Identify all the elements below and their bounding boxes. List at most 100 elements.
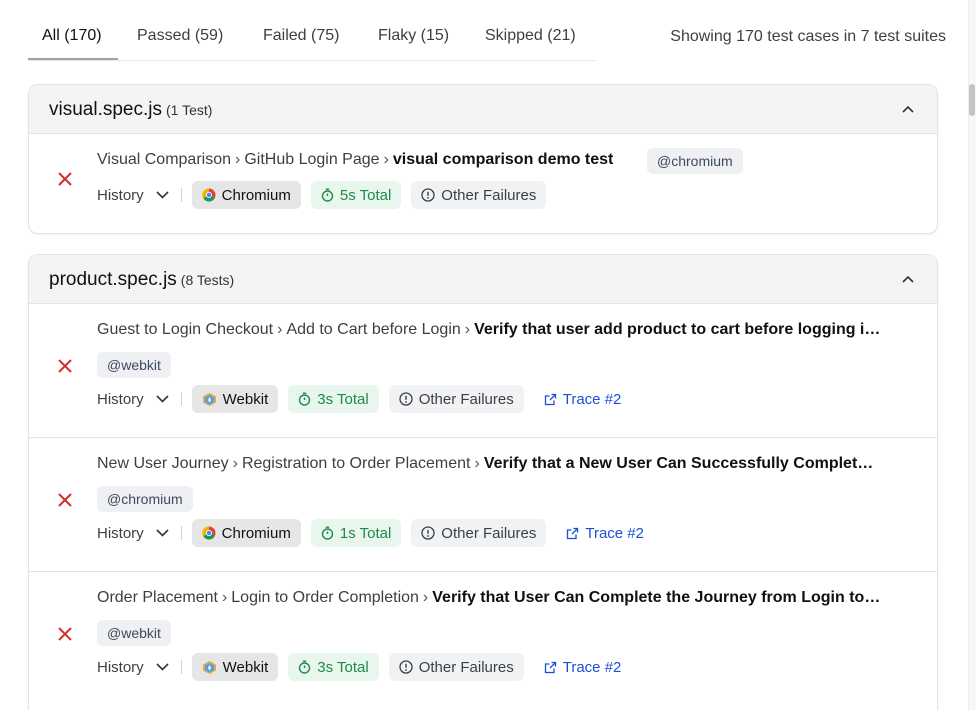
test-breadcrumb: Order Placement › Login to Order Completio… — [97, 589, 880, 607]
external-link-icon — [544, 393, 556, 405]
scrollbar-thumb[interactable] — [969, 84, 975, 116]
active-tab-indicator — [28, 58, 118, 60]
test-path-describe: New User Journey — [97, 455, 229, 472]
test-tag[interactable]: @webkit — [97, 620, 171, 646]
test-name[interactable]: visual comparison demo test — [393, 151, 614, 168]
other-failures-button[interactable]: Other Failures — [411, 519, 547, 547]
suite-test-count: (8 Tests) — [180, 272, 235, 288]
divider — [180, 392, 182, 406]
divider — [180, 526, 182, 540]
suite-card: visual.spec.js (1 Test) Visual Comparison… — [28, 84, 938, 234]
tab-passed[interactable]: Passed (59) — [137, 27, 223, 45]
trace-label: Trace #2 — [585, 524, 644, 542]
divider — [180, 188, 182, 202]
test-path-describe: Guest to Login Checkout — [97, 321, 274, 338]
suite-header[interactable]: visual.spec.js (1 Test) — [29, 85, 937, 134]
suite-file-name: product.spec.js — [49, 269, 177, 290]
browser-name: Webkit — [222, 658, 269, 676]
test-row: Visual Comparison › GitHub Login Page › visu… — [29, 134, 937, 233]
duration-text: 3s Total — [317, 658, 369, 676]
alert-circle-icon — [421, 526, 435, 540]
history-toggle[interactable]: History — [97, 187, 169, 204]
trace-link[interactable]: Trace #2 — [544, 390, 622, 408]
breadcrumb-separator: › — [464, 321, 471, 338]
test-name[interactable]: Verify that User Can Complete the Journe… — [432, 589, 880, 606]
test-row: New User Journey › Registration to Order P… — [29, 438, 937, 572]
history-toggle[interactable]: History — [97, 525, 169, 542]
other-failures-button[interactable]: Other Failures — [388, 653, 524, 681]
duration-text: 5s Total — [339, 186, 392, 204]
history-label: History — [97, 658, 144, 676]
other-failures-button[interactable]: Other Failures — [388, 385, 524, 413]
stopwatch-icon — [321, 188, 334, 202]
alert-circle-icon — [399, 392, 413, 406]
suite-header[interactable]: product.spec.js (8 Tests) — [29, 255, 937, 304]
suite-card: product.spec.js (8 Tests) Guest to Login … — [28, 254, 938, 710]
breadcrumb-separator: › — [232, 455, 238, 472]
test-path-describe: Registration to Order Placement — [241, 455, 471, 472]
test-name[interactable]: Verify that user add product to cart bef… — [474, 321, 880, 338]
failed-x-icon — [58, 493, 72, 507]
chevron-up-icon[interactable] — [901, 102, 915, 116]
failed-x-icon — [58, 627, 72, 641]
chevron-down-icon — [156, 395, 169, 403]
suite-title: visual.spec.js (1 Test) — [49, 99, 212, 121]
other-failures-label: Other Failures — [441, 524, 537, 542]
alert-circle-icon — [399, 660, 413, 674]
other-failures-label: Other Failures — [418, 390, 514, 408]
breadcrumb-separator: › — [221, 589, 228, 606]
browser-badge: Chromium — [191, 519, 301, 547]
browser-badge: Webkit — [191, 653, 279, 681]
trace-link[interactable]: Trace #2 — [544, 659, 621, 676]
other-failures-button[interactable]: Other Failures — [411, 181, 547, 209]
tab-skipped[interactable]: Skipped (21) — [485, 27, 576, 45]
test-path-describe: Visual Comparison — [97, 151, 231, 168]
duration-text: 3s Total — [317, 390, 369, 408]
failed-x-icon — [58, 172, 72, 186]
test-tag[interactable]: @chromium — [647, 148, 743, 174]
history-label: History — [97, 186, 144, 204]
test-tag[interactable]: @webkit — [97, 352, 171, 378]
test-tag[interactable]: @chromium — [97, 486, 193, 512]
duration-badge: 1s Total — [310, 519, 402, 547]
chevron-up-icon[interactable] — [901, 272, 915, 286]
scrollbar[interactable] — [968, 0, 976, 710]
test-path-describe: Add to Cart before Login — [286, 321, 461, 338]
test-path-describe: Order Placement — [97, 589, 218, 606]
test-breadcrumb: Guest to Login Checkout › Add to Cart befo… — [97, 321, 880, 339]
test-breadcrumb: New User Journey › Registration to Order P… — [97, 455, 873, 473]
webkit-icon — [202, 660, 216, 674]
suite-file-name: visual.spec.js — [49, 99, 162, 120]
trace-label: Trace #2 — [562, 390, 622, 408]
breadcrumb-separator: › — [235, 151, 241, 168]
history-toggle[interactable]: History — [97, 391, 169, 408]
tab-flaky[interactable]: Flaky (15) — [378, 27, 449, 45]
status-tabs: All (170) Passed (59) Failed (75) Flaky … — [28, 0, 596, 61]
suite-title: product.spec.js (8 Tests) — [49, 269, 234, 291]
stopwatch-icon — [299, 392, 311, 406]
suite-test-count: (1 Test) — [166, 102, 213, 118]
browser-name: Chromium — [221, 524, 291, 542]
stopwatch-icon — [321, 526, 334, 540]
breadcrumb-separator: › — [383, 151, 389, 168]
chromium-icon — [202, 526, 216, 540]
duration-badge: 3s Total — [288, 653, 379, 681]
other-failures-label: Other Failures — [418, 658, 514, 676]
test-path-describe: Login to Order Completion — [231, 589, 419, 606]
tab-all[interactable]: All (170) — [42, 27, 102, 45]
chevron-down-icon — [156, 663, 169, 671]
failed-x-icon — [58, 359, 72, 373]
webkit-icon — [202, 392, 216, 406]
tab-failed[interactable]: Failed (75) — [263, 27, 339, 45]
test-meta-row: History Webkit 3s Total Other Failures T… — [97, 653, 621, 681]
external-link-icon — [544, 661, 556, 673]
breadcrumb-separator: › — [474, 455, 480, 472]
other-failures-label: Other Failures — [441, 186, 537, 204]
test-meta-row: History Chromium 1s Total Other Failures… — [97, 519, 644, 547]
history-toggle[interactable]: History — [97, 659, 169, 676]
test-name[interactable]: Verify that a New User Can Successfully … — [484, 455, 873, 472]
trace-link[interactable]: Trace #2 — [566, 525, 644, 542]
history-label: History — [97, 524, 144, 542]
history-label: History — [97, 390, 144, 408]
divider — [180, 660, 182, 674]
